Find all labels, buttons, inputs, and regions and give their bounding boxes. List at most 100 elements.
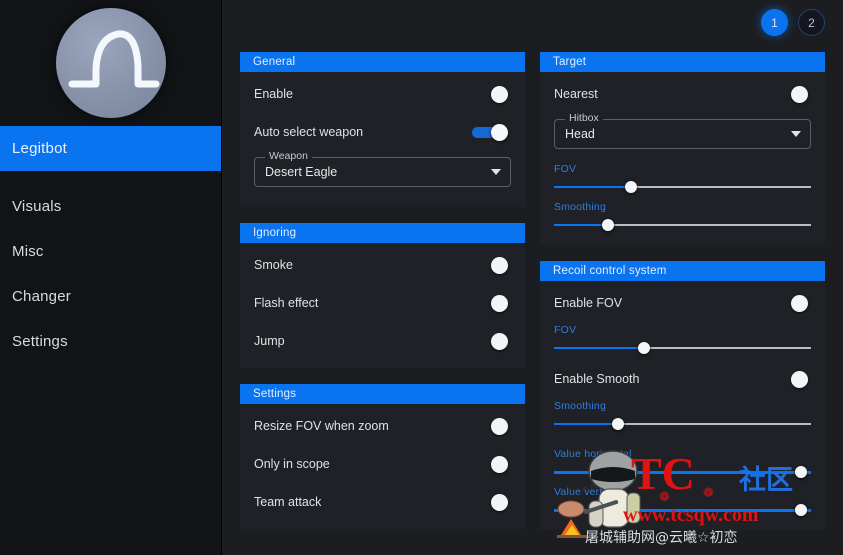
panel-general: General Enable Auto select weapon Weapon… (240, 52, 525, 207)
slider-label: FOV (554, 324, 577, 336)
slider-fill (554, 224, 608, 226)
slider-control[interactable] (554, 418, 811, 430)
sidebar-item-label: Changer (12, 288, 71, 305)
panel-recoil-control-system: Recoil control system Enable FOV FOV Ena… (540, 261, 825, 530)
left-column: General Enable Auto select weapon Weapon… (240, 52, 525, 555)
page-button-2[interactable]: 2 (798, 9, 825, 36)
row-enable-fov[interactable]: Enable FOV (554, 284, 811, 322)
row-label: Enable Smooth (554, 372, 640, 386)
sidebar-item-settings[interactable]: Settings (0, 319, 221, 364)
slider-handle[interactable] (612, 418, 625, 430)
slider-recoil-fov[interactable]: FOV (554, 322, 811, 360)
row-smoke[interactable]: Smoke (254, 246, 511, 284)
toggle-enable-fov[interactable] (791, 294, 808, 312)
slider-recoil-smoothing[interactable]: Smoothing (554, 398, 811, 436)
sidebar-item-label: Legitbot (12, 140, 67, 157)
weapon-select[interactable]: Weapon Desert Eagle (254, 150, 511, 187)
toggle-team-attack[interactable] (491, 493, 508, 511)
page-button-label: 1 (771, 15, 778, 30)
panel-title: Settings (240, 384, 525, 404)
row-enable[interactable]: Enable (254, 75, 511, 113)
slider-fill (554, 186, 632, 188)
slider-label: FOV (554, 163, 577, 175)
row-label: Enable (254, 87, 293, 101)
hitbox-select-value: Head (565, 127, 595, 141)
row-resize-fov-when-zoom[interactable]: Resize FOV when zoom (254, 407, 511, 445)
toggle-resize-fov-when-zoom[interactable] (491, 417, 508, 435)
slider-label: Value horizontal (554, 448, 632, 460)
panel-ignoring: Ignoring Smoke Flash effect Jump (240, 223, 525, 368)
row-nearest[interactable]: Nearest (554, 75, 811, 113)
sidebar-item-misc[interactable]: Misc (0, 229, 221, 274)
slider-control[interactable] (554, 342, 811, 354)
shark-fin-logo (55, 8, 166, 118)
toggle-nearest[interactable] (791, 85, 808, 103)
slider-handle[interactable] (794, 466, 807, 478)
row-enable-smooth[interactable]: Enable Smooth (554, 360, 811, 398)
sidebar: Legitbot Visuals Misc Changer Settings (0, 0, 222, 555)
right-column: Target Nearest Hitbox Head FOV Smoothing… (540, 52, 825, 555)
row-jump[interactable]: Jump (254, 322, 511, 360)
hitbox-select-label: Hitbox (565, 112, 603, 124)
page-button-1[interactable]: 1 (761, 9, 788, 36)
sidebar-item-legitbot[interactable]: Legitbot (0, 126, 221, 171)
toggle-flash-effect[interactable] (491, 294, 508, 312)
slider-control[interactable] (554, 504, 811, 516)
slider-fill (554, 471, 801, 474)
toggle-jump[interactable] (491, 332, 508, 350)
slider-fill (554, 509, 801, 512)
row-team-attack[interactable]: Team attack (254, 483, 511, 521)
slider-label: Value vertical (554, 486, 620, 498)
sidebar-item-visuals[interactable]: Visuals (0, 184, 221, 229)
app-window: Legitbot Visuals Misc Changer Settings 1 (0, 0, 843, 555)
slider-control[interactable] (554, 219, 811, 231)
row-flash-effect[interactable]: Flash effect (254, 284, 511, 322)
row-label: Nearest (554, 87, 598, 101)
weapon-select-value: Desert Eagle (265, 165, 338, 179)
slider-handle[interactable] (794, 504, 807, 516)
panel-body: Smoke Flash effect Jump (240, 243, 525, 368)
logo-container (0, 0, 221, 126)
row-label: Resize FOV when zoom (254, 419, 389, 433)
sidebar-item-changer[interactable]: Changer (0, 274, 221, 319)
hitbox-select[interactable]: Hitbox Head (554, 112, 811, 149)
chevron-down-icon (491, 169, 501, 175)
slider-control[interactable] (554, 181, 811, 193)
slider-handle[interactable] (601, 219, 614, 231)
slider-label: Smoothing (554, 201, 606, 213)
row-label: Team attack (254, 495, 322, 509)
slider-fill (554, 347, 644, 349)
page-button-label: 2 (808, 15, 815, 30)
slider-handle[interactable] (625, 181, 638, 193)
slider-target-smoothing[interactable]: Smoothing (554, 199, 811, 237)
panel-title: Ignoring (240, 223, 525, 243)
slider-value-vertical[interactable]: Value vertical (554, 484, 811, 522)
weapon-select-label: Weapon (265, 150, 312, 162)
toggle-auto-select-weapon[interactable] (472, 123, 508, 141)
row-label: Smoke (254, 258, 293, 272)
slider-target-fov[interactable]: FOV (554, 161, 811, 199)
panel-body: Enable FOV FOV Enable Smooth Smoothing V… (540, 281, 825, 530)
row-only-in-scope[interactable]: Only in scope (254, 445, 511, 483)
main-content: 1 2 General Enable Auto select weapon We… (222, 0, 843, 555)
page-indicator-group: 1 2 (761, 9, 825, 36)
slider-handle[interactable] (637, 342, 650, 354)
sidebar-item-label: Settings (12, 333, 68, 350)
slider-control[interactable] (554, 466, 811, 478)
toggle-smoke[interactable] (491, 256, 508, 274)
panel-title: Recoil control system (540, 261, 825, 281)
row-auto-select-weapon[interactable]: Auto select weapon (254, 113, 511, 151)
slider-fill (554, 423, 619, 425)
chevron-down-icon (791, 131, 801, 137)
toggle-enable[interactable] (491, 85, 508, 103)
row-label: Enable FOV (554, 296, 623, 310)
slider-value-horizontal[interactable]: Value horizontal (554, 446, 811, 484)
toggle-only-in-scope[interactable] (491, 455, 508, 473)
panel-title: Target (540, 52, 825, 72)
row-label: Flash effect (254, 296, 319, 310)
switch-knob (491, 123, 508, 141)
panel-target: Target Nearest Hitbox Head FOV Smoothing (540, 52, 825, 245)
toggle-enable-smooth[interactable] (791, 370, 808, 388)
panel-settings: Settings Resize FOV when zoom Only in sc… (240, 384, 525, 529)
